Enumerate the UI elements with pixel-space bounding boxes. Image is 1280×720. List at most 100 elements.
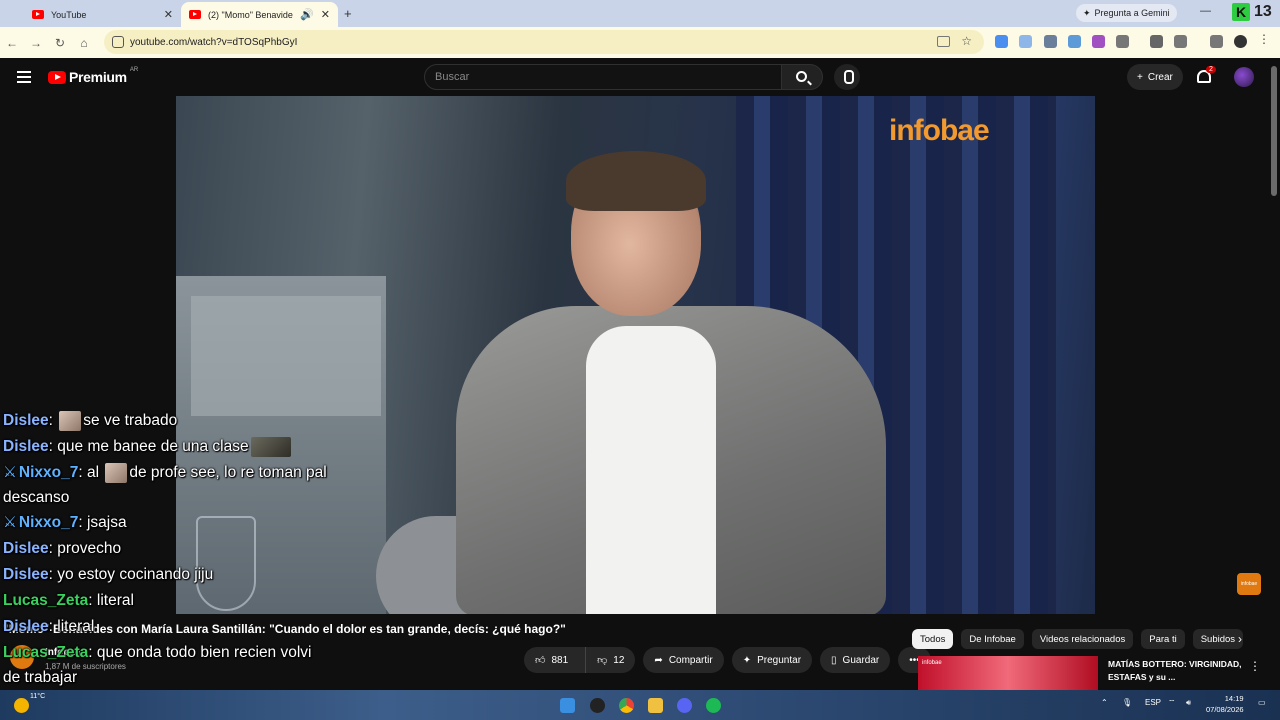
sparkle-icon: ✦ bbox=[742, 654, 752, 666]
chat-text: al bbox=[86, 464, 104, 481]
save-button[interactable]: ▯ Guardar bbox=[820, 647, 891, 673]
like-button[interactable]: 👍︎ 881 bbox=[524, 647, 579, 673]
gemini-button[interactable]: ✦ Pregunta a Gemini bbox=[1076, 4, 1177, 22]
home-icon[interactable]: ⌂ bbox=[72, 36, 96, 50]
chip-para-ti[interactable]: Para ti bbox=[1141, 629, 1185, 649]
extension-icon[interactable] bbox=[995, 35, 1008, 48]
bookmark-star-icon[interactable]: ☆ bbox=[961, 34, 972, 48]
chat-username[interactable]: Lucas_Zeta bbox=[3, 592, 88, 609]
filter-chips: Todos De Infobae Videos relacionados Par… bbox=[912, 629, 1244, 649]
studio-cabinet bbox=[191, 296, 381, 416]
sparkle-icon: ✦ bbox=[1083, 7, 1091, 18]
chevron-right-icon[interactable]: › bbox=[1238, 632, 1242, 646]
search-input[interactable]: Buscar bbox=[424, 64, 782, 90]
create-button[interactable]: + Crear bbox=[1127, 64, 1183, 90]
ask-button[interactable]: ✦ Preguntar bbox=[731, 647, 813, 673]
chip-videos-relacionados[interactable]: Videos relacionados bbox=[1031, 629, 1134, 649]
site-info-icon[interactable] bbox=[112, 36, 124, 48]
chrome-icon[interactable] bbox=[619, 698, 634, 713]
more-vert-icon[interactable]: ⋮ bbox=[1249, 659, 1261, 673]
chat-username[interactable]: Dislee bbox=[3, 540, 49, 557]
chip-subidos[interactable]: Subidos bbox=[1192, 629, 1244, 649]
chat-overlay: Dislee: se ve trabado Dislee: que me bane… bbox=[3, 408, 333, 716]
system-clock[interactable]: 14:19 07/08/2026 bbox=[1206, 693, 1244, 715]
thumbs-down-icon: 👎︎ bbox=[597, 655, 608, 666]
notification-badge: 2 bbox=[1206, 66, 1216, 73]
chat-message: Dislee: se ve trabado bbox=[3, 410, 178, 431]
notifications-tray-icon[interactable]: ▭ bbox=[1258, 698, 1266, 707]
chip-todos[interactable]: Todos bbox=[912, 629, 954, 649]
youtube-logo[interactable]: Premium AR bbox=[48, 67, 138, 85]
browser-tab-video[interactable]: (2) "Momo" Benavides con 🔊 ✕ bbox=[181, 2, 338, 27]
chat-username[interactable]: Lucas_Zeta bbox=[3, 644, 88, 661]
spotify-icon[interactable] bbox=[706, 698, 721, 713]
close-tab-icon[interactable]: ✕ bbox=[321, 8, 330, 21]
chat-text: literal bbox=[96, 592, 134, 609]
speaker-icon[interactable]: 🔊 bbox=[300, 8, 314, 21]
browser-tab-youtube[interactable]: YouTube ✕ bbox=[24, 2, 181, 27]
discord-icon[interactable] bbox=[677, 698, 692, 713]
chat-message: Dislee: yo estoy cocinando jiju bbox=[3, 566, 214, 583]
weather-temp: 11°C bbox=[30, 693, 46, 700]
browser-toolbar: ← → ↻ ⌂ youtube.com/watch?v=dTOSqPhbGyI … bbox=[0, 27, 1280, 58]
search-button[interactable] bbox=[781, 64, 823, 90]
folder-icon[interactable] bbox=[648, 698, 663, 713]
chat-username[interactable]: Dislee bbox=[3, 412, 49, 429]
chip-de-infobae[interactable]: De Infobae bbox=[961, 629, 1024, 649]
profile-avatar-icon[interactable] bbox=[1234, 35, 1247, 48]
windows-taskbar: ⌃ 🎙︎ ESP ⌔ 🔊︎ ▭ bbox=[0, 690, 1280, 720]
hamburger-menu-icon[interactable] bbox=[17, 71, 31, 86]
sword-badge-icon: ⚔ bbox=[3, 464, 17, 481]
scrollbar[interactable] bbox=[1271, 66, 1277, 196]
emote-icon bbox=[250, 436, 291, 457]
chat-username[interactable]: Dislee bbox=[3, 566, 49, 583]
mic-tray-icon[interactable]: 🎙︎ bbox=[1122, 698, 1132, 707]
chat-text: que me banee de una clase bbox=[57, 438, 249, 455]
close-tab-icon[interactable]: ✕ bbox=[164, 8, 173, 21]
minimize-icon[interactable]: — bbox=[1200, 5, 1211, 17]
reading-list-icon[interactable] bbox=[1210, 35, 1223, 48]
language-indicator[interactable]: ESP bbox=[1145, 698, 1161, 707]
new-tab-button[interactable]: + bbox=[344, 6, 352, 21]
extension-counter[interactable]: K 13 bbox=[1232, 3, 1272, 21]
install-app-icon[interactable] bbox=[937, 36, 950, 47]
plus-icon: + bbox=[1137, 71, 1143, 83]
app-icon[interactable] bbox=[590, 698, 605, 713]
avatar[interactable] bbox=[1234, 67, 1254, 87]
interviewee-figure bbox=[376, 151, 906, 614]
related-title[interactable]: MATÍAS BOTTERO: VIRGINIDAD, ESTAFAS y su… bbox=[1108, 658, 1243, 684]
start-icon[interactable] bbox=[560, 698, 575, 713]
wifi-icon[interactable]: ⌔ bbox=[1168, 698, 1176, 708]
extension-icon[interactable] bbox=[1092, 35, 1105, 48]
back-icon[interactable]: ← bbox=[0, 36, 24, 50]
chat-username[interactable]: Dislee bbox=[3, 618, 49, 635]
infobae-channel-icon[interactable]: infobae bbox=[1237, 573, 1261, 595]
extension-icon[interactable] bbox=[1019, 35, 1032, 48]
chat-text: provecho bbox=[57, 540, 122, 557]
youtube-header: Premium AR Buscar + Crear 2 bbox=[0, 58, 1280, 96]
downloads-icon[interactable] bbox=[1174, 35, 1187, 48]
volume-icon[interactable]: 🔊︎ bbox=[1186, 698, 1191, 708]
extension-icon[interactable] bbox=[1068, 35, 1081, 48]
weather-icon[interactable] bbox=[14, 698, 29, 713]
tab-title: (2) "Momo" Benavides con bbox=[208, 9, 293, 20]
sword-badge-icon: ⚔ bbox=[3, 514, 17, 531]
youtube-play-icon bbox=[48, 70, 66, 84]
tray-chevron-icon[interactable]: ⌃ bbox=[1101, 698, 1108, 707]
dislike-button[interactable]: 👎︎ 12 bbox=[585, 647, 635, 673]
forward-icon[interactable]: → bbox=[24, 36, 48, 50]
chat-username[interactable]: Nixxo_7 bbox=[19, 514, 78, 531]
chat-username[interactable]: Dislee bbox=[3, 438, 49, 455]
address-bar[interactable]: youtube.com/watch?v=dTOSqPhbGyI ☆ bbox=[104, 30, 984, 54]
chat-username[interactable]: Nixxo_7 bbox=[19, 464, 78, 481]
chat-message: ⚔ Nixxo_7: al de profe see, lo re toman p… bbox=[3, 462, 327, 506]
voice-search-icon[interactable] bbox=[834, 64, 860, 90]
reload-icon[interactable]: ↻ bbox=[48, 36, 72, 50]
share-button[interactable]: ➦ Compartir bbox=[643, 647, 724, 673]
bookmarks-icon[interactable] bbox=[1150, 35, 1163, 48]
puzzle-icon[interactable] bbox=[1116, 35, 1129, 48]
extension-icon[interactable] bbox=[1044, 35, 1057, 48]
related-thumbnail[interactable]: infobae bbox=[918, 656, 1098, 690]
url-text: youtube.com/watch?v=dTOSqPhbGyI bbox=[130, 36, 298, 48]
menu-dots-icon[interactable]: ⋮ bbox=[1258, 32, 1271, 46]
